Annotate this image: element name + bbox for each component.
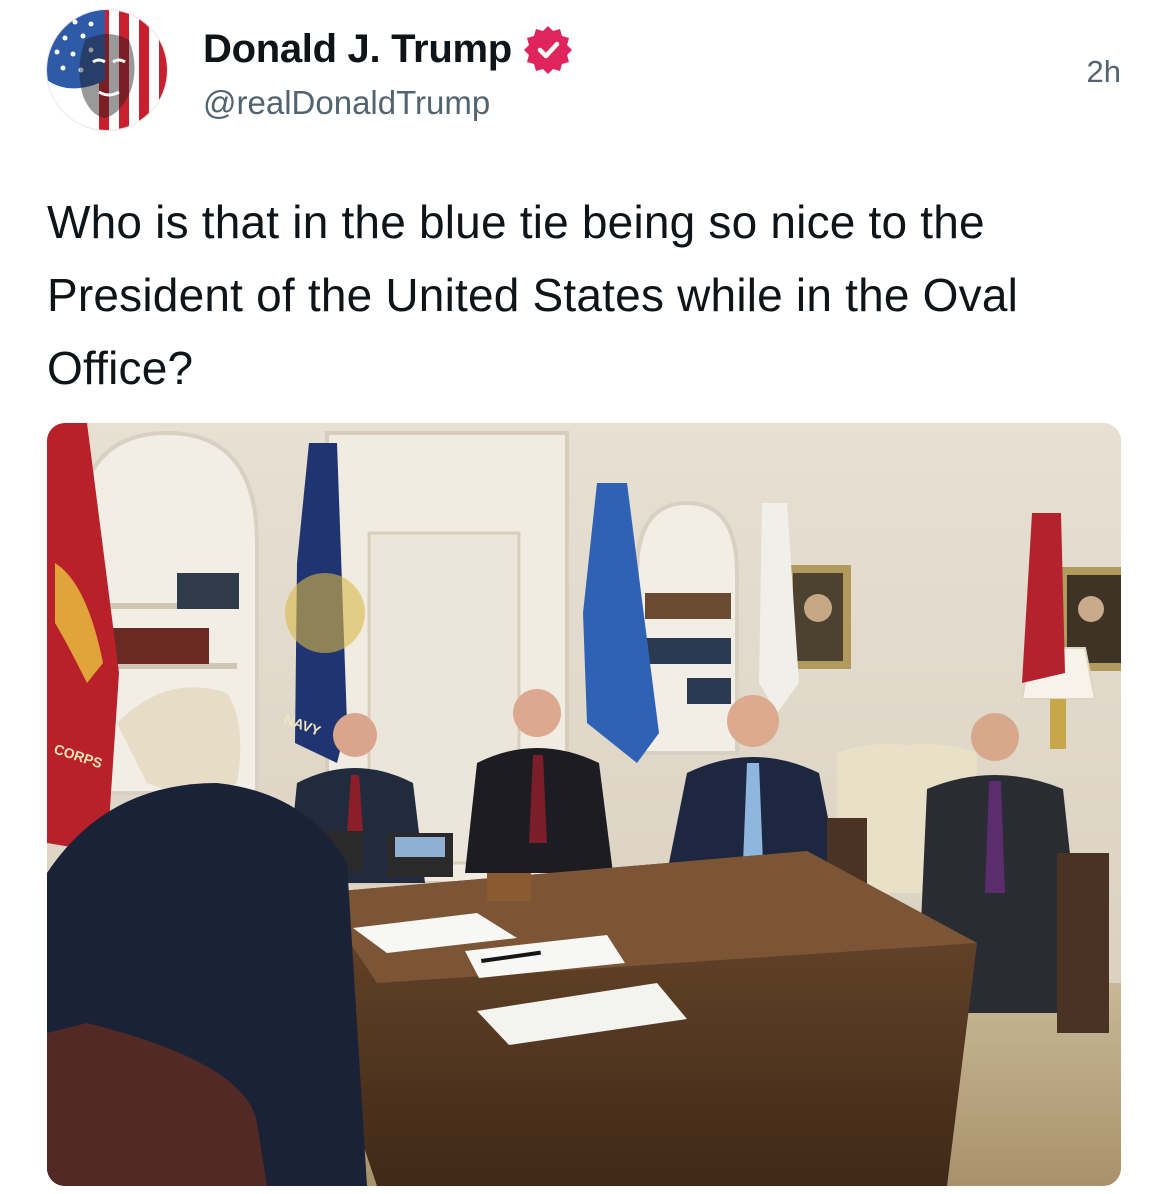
author-display-name[interactable]: Donald J. Trump [203,27,512,72]
post-text: Who is that in the blue tie being so nic… [47,196,1019,394]
post-media-photo[interactable]: NAVY CORPS [47,423,1121,1186]
verified-badge-icon [522,23,574,75]
author-name-row: Donald J. Trump [203,24,574,74]
oval-office-photo: NAVY CORPS [47,423,1121,1186]
flag-portrait-icon [47,10,167,130]
post-card: Donald J. Trump @realDonaldTrump 2h Who … [0,0,1169,1194]
author-handle[interactable]: @realDonaldTrump [203,84,490,122]
author-avatar[interactable] [47,10,167,130]
post-timestamp[interactable]: 2h [1087,54,1121,90]
